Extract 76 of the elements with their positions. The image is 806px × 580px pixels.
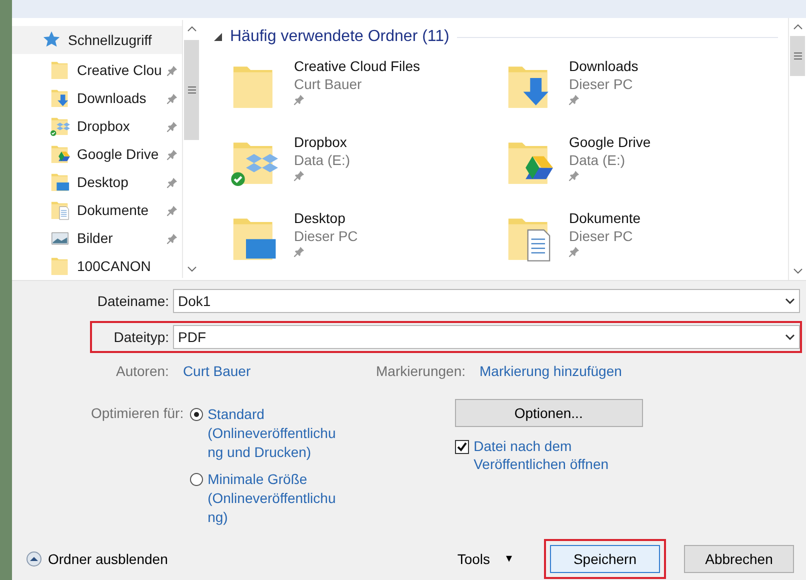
scroll-down-icon[interactable] [186, 266, 196, 272]
quick-access-item[interactable]: Schnellzugriff [12, 26, 182, 54]
pin-icon[interactable] [294, 246, 305, 257]
option-description: (Onlineveröffentlichung und Drucken) [208, 424, 337, 462]
folder-name[interactable]: Dropbox [294, 134, 350, 150]
sidebar-item[interactable]: Dropbox [12, 112, 182, 140]
folder-name[interactable]: Creative Cloud Files [294, 58, 420, 74]
pin-icon[interactable] [167, 205, 178, 216]
sidebar-item[interactable]: Creative Clou [12, 56, 182, 84]
metadata-link[interactable]: Curt Bauer [182, 363, 251, 379]
pin-icon[interactable] [167, 149, 178, 160]
desktop-icon [50, 172, 70, 192]
option-description: (Onlineveröffentlichung) [208, 489, 337, 527]
dropdown-icon[interactable] [785, 334, 795, 340]
optimize-label: Optimieren für: [91, 405, 184, 423]
field-label: Dateityp: [112, 329, 170, 345]
scrollbar[interactable] [182, 20, 200, 278]
scroll-down-icon[interactable] [792, 268, 802, 274]
dropdown-icon[interactable] [785, 298, 795, 304]
dropbox-folder-icon [50, 116, 70, 136]
folder-icon [50, 256, 70, 276]
metadata-label: Autoren: [116, 363, 169, 379]
sidebar-item[interactable]: Downloads [12, 84, 182, 112]
scrollbar[interactable] [788, 18, 806, 280]
combo-box[interactable]: PDF [173, 325, 800, 349]
scroll-up-icon[interactable] [186, 26, 196, 32]
grip-icon [188, 86, 196, 94]
sidebar-item[interactable]: Bilder [12, 224, 182, 252]
sidebar-item[interactable]: 100CANON [12, 252, 182, 280]
pin-icon[interactable] [294, 170, 305, 181]
metadata-link[interactable]: Markierung hinzufügen [480, 363, 622, 379]
pin-icon[interactable] [167, 93, 178, 104]
pin-icon[interactable] [167, 65, 178, 76]
option-label[interactable]: Standard [208, 405, 340, 424]
pin-icon[interactable] [167, 121, 178, 132]
tools-button[interactable]: Tools ▾ [451, 550, 518, 568]
folder-name[interactable]: Google Drive [569, 134, 651, 150]
pin-icon[interactable] [569, 170, 580, 181]
options-button[interactable]: Optionen... [454, 399, 643, 427]
radio-button[interactable] [190, 473, 203, 486]
pin-icon[interactable] [294, 94, 305, 105]
pin-icon[interactable] [167, 233, 178, 244]
folder-name[interactable]: Dokumente [569, 210, 641, 226]
hide-folders-button[interactable]: Ordner ausblenden [26, 551, 168, 567]
scroll-up-icon[interactable] [792, 24, 802, 30]
pin-icon[interactable] [167, 177, 178, 188]
pin-icon[interactable] [569, 246, 580, 257]
cancel-button[interactable]: Abbrechen [684, 545, 794, 573]
folder-location: Curt Bauer [294, 76, 363, 92]
save-button[interactable]: Speichern [550, 545, 660, 573]
folder-name[interactable]: Downloads [569, 58, 638, 74]
folder-icon [50, 60, 70, 80]
combo-box[interactable]: Dok1 [173, 289, 800, 313]
metadata-label: Markierungen: [376, 363, 466, 379]
collapse-icon [26, 551, 42, 567]
pin-icon[interactable] [569, 94, 580, 105]
sidebar-item[interactable]: Dokumente [12, 196, 182, 224]
sidebar-item[interactable]: Google Drive [12, 140, 182, 168]
section-title: Häufig verwendete Ordner (11) [230, 28, 450, 46]
sidebar-item[interactable]: Desktop [12, 168, 182, 196]
option-label[interactable]: Minimale Größe [208, 470, 340, 489]
drive-folder-icon [50, 144, 70, 164]
collapse-icon[interactable] [214, 33, 222, 41]
folder-location: Data (E:) [294, 152, 350, 168]
folder-location: Data (E:) [569, 152, 626, 168]
document-icon [50, 200, 70, 220]
radio-button[interactable] [190, 408, 203, 421]
download-folder-icon [50, 88, 70, 108]
folder-location: Dieser PC [569, 228, 634, 244]
grip-icon [794, 52, 802, 60]
folder-name[interactable]: Desktop [294, 210, 358, 226]
field-label: Dateiname: [97, 293, 170, 309]
checkbox[interactable] [454, 440, 469, 454]
checkbox-label[interactable]: Datei nach dem Veröffentlichen öffnen [474, 437, 624, 473]
folder-location: Dieser PC [294, 228, 358, 244]
folder-location: Dieser PC [569, 76, 634, 92]
